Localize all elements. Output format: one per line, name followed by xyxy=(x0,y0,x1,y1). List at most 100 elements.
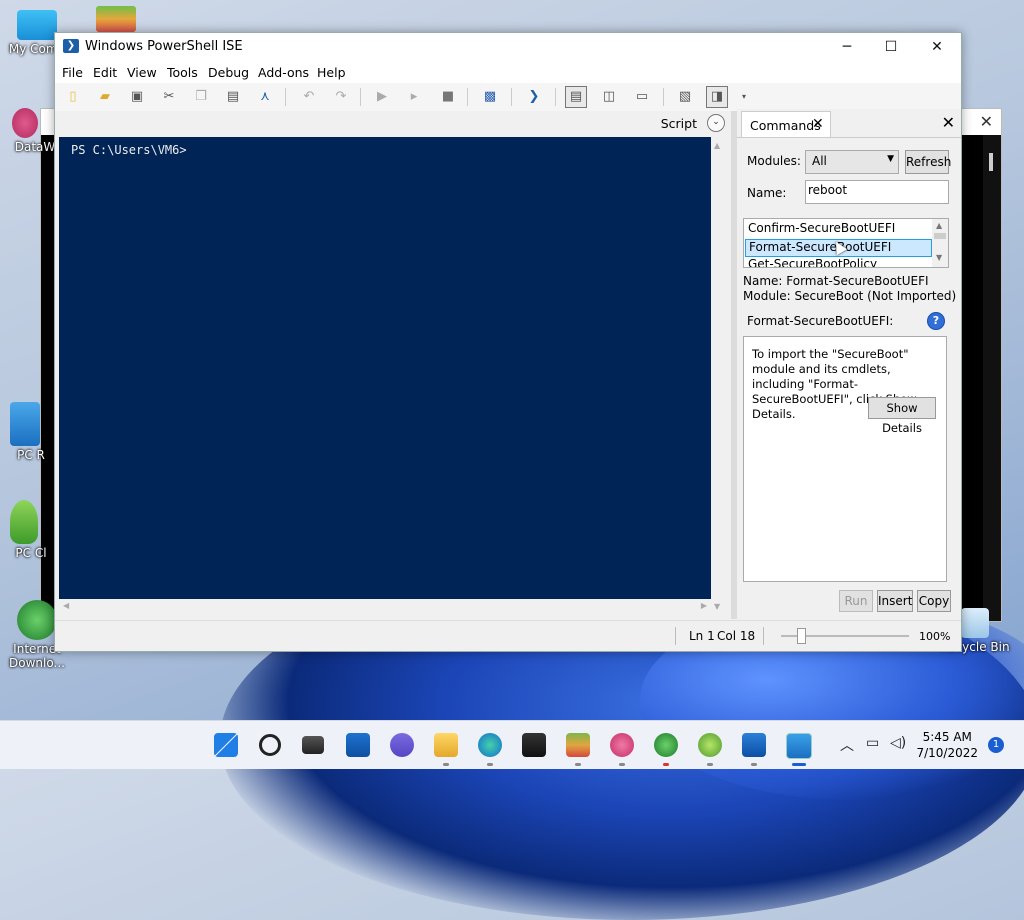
dataw-app-icon[interactable] xyxy=(610,733,634,757)
close-icon[interactable]: ✕ xyxy=(980,112,993,131)
menu-addons[interactable]: Add-ons xyxy=(258,65,309,80)
command-list[interactable]: Confirm-SecureBootUEFI Format-SecureBoot… xyxy=(743,218,949,268)
console-horizontal-scrollbar[interactable]: ◀ ▶ xyxy=(59,599,711,615)
pc-cleaner-icon[interactable] xyxy=(698,733,722,757)
app-icon xyxy=(12,108,38,138)
books-app-icon[interactable] xyxy=(566,733,590,757)
stop-icon[interactable]: ■ xyxy=(439,88,457,106)
run-button[interactable]: Run xyxy=(839,590,873,612)
zoom-slider-handle[interactable] xyxy=(797,628,806,644)
show-details-button[interactable]: Show Details xyxy=(868,397,936,435)
chat-icon[interactable] xyxy=(390,733,414,757)
powershell-taskbar-icon[interactable] xyxy=(742,733,766,757)
network-icon[interactable]: ▭ xyxy=(866,735,879,751)
console-pane[interactable]: PS C:\Users\VM6> xyxy=(59,137,711,599)
task-view-icon[interactable] xyxy=(302,736,324,754)
internet-download-icon[interactable] xyxy=(654,733,678,757)
books-icon[interactable] xyxy=(96,6,136,32)
paste-icon[interactable]: ▤ xyxy=(224,88,242,106)
menu-file[interactable]: File xyxy=(62,65,83,80)
minimize-button[interactable]: ─ xyxy=(825,35,869,59)
new-file-icon[interactable]: ▯ xyxy=(64,88,82,106)
detail-heading: Format-SecureBootUEFI: xyxy=(747,314,894,328)
tab-commands[interactable]: Commands ✕ xyxy=(741,111,831,138)
file-explorer-icon[interactable] xyxy=(434,733,458,757)
toolbar-overflow-icon[interactable]: ▾ xyxy=(735,88,753,106)
show-script-maximized-icon[interactable]: ▭ xyxy=(633,88,651,106)
console-vertical-scrollbar[interactable]: ▲ ▼ xyxy=(711,137,727,615)
help-icon[interactable]: ? xyxy=(927,312,945,330)
run-selection-icon[interactable]: ⋏ xyxy=(256,88,274,106)
powershell-ise-window: ❯ Windows PowerShell ISE ─ ☐ ✕ File Edit… xyxy=(54,32,962,652)
detail-panel: To import the "SecureBoot" module and it… xyxy=(743,336,947,582)
scroll-up-icon[interactable]: ▲ xyxy=(936,221,942,230)
script-label[interactable]: Script xyxy=(661,116,697,131)
list-scrollbar[interactable]: ▲ ▼ xyxy=(932,219,948,267)
widgets-icon[interactable] xyxy=(346,733,370,757)
menu-debug[interactable]: Debug xyxy=(208,65,249,80)
insert-button[interactable]: Insert xyxy=(877,590,913,612)
scroll-left-icon[interactable]: ◀ xyxy=(63,601,69,610)
scroll-thumb[interactable] xyxy=(934,233,946,239)
name-label: Name: xyxy=(747,186,787,200)
status-divider xyxy=(763,627,764,645)
scroll-up-icon[interactable]: ▲ xyxy=(714,141,720,150)
volume-icon[interactable]: ◁) xyxy=(890,735,906,751)
powershell-console-icon[interactable]: ❯ xyxy=(525,88,543,106)
running-indicator xyxy=(751,763,757,766)
save-icon[interactable]: ▣ xyxy=(128,88,146,106)
scroll-down-icon[interactable]: ▼ xyxy=(714,602,720,611)
close-pane-icon[interactable]: ✕ xyxy=(942,113,955,132)
list-item[interactable]: Confirm-SecureBootUEFI xyxy=(748,221,895,235)
scroll-right-icon[interactable]: ▶ xyxy=(701,601,707,610)
edge-browser-icon[interactable] xyxy=(478,733,502,757)
windows-start-icon[interactable] xyxy=(214,733,238,757)
name-input[interactable]: reboot xyxy=(805,180,949,204)
chevron-down-icon[interactable]: ⌄ xyxy=(707,114,725,132)
running-indicator xyxy=(663,763,669,766)
close-icon[interactable]: ✕ xyxy=(812,116,824,132)
run-selection-icon-2[interactable]: ▸ xyxy=(405,88,423,106)
open-folder-icon[interactable]: ▰ xyxy=(96,88,114,106)
menu-tools[interactable]: Tools xyxy=(167,65,198,80)
redo-icon[interactable]: ↷ xyxy=(332,88,350,106)
close-button[interactable]: ✕ xyxy=(915,35,959,59)
toolbar-separator xyxy=(511,88,512,106)
show-script-right-icon[interactable]: ◫ xyxy=(600,88,618,106)
undo-icon[interactable]: ↶ xyxy=(300,88,318,106)
cut-icon[interactable]: ✂ xyxy=(160,88,178,106)
toolbar-separator xyxy=(360,88,361,106)
refresh-button[interactable]: Refresh xyxy=(905,150,951,174)
show-command-window-icon[interactable]: ▧ xyxy=(676,88,694,106)
running-indicator xyxy=(707,763,713,766)
show-command-addon-icon[interactable]: ◨ xyxy=(706,86,728,108)
title-bar[interactable]: ❯ Windows PowerShell ISE ─ ☐ ✕ xyxy=(55,33,961,61)
remote-powershell-icon[interactable]: ▩ xyxy=(481,88,499,106)
running-indicator xyxy=(575,763,581,766)
chevron-up-icon[interactable]: ︿ xyxy=(840,735,854,755)
maximize-button[interactable]: ☐ xyxy=(869,35,913,59)
scroll-down-icon[interactable]: ▼ xyxy=(936,253,942,262)
tab-commands-label: Commands xyxy=(750,118,821,133)
menu-help[interactable]: Help xyxy=(317,65,346,80)
powershell-ise-taskbar-icon[interactable] xyxy=(786,733,812,759)
menu-view[interactable]: View xyxy=(127,65,157,80)
leaf-icon xyxy=(10,500,38,544)
globe-icon xyxy=(17,600,57,640)
chevron-down-icon: ▼ xyxy=(887,154,894,164)
run-script-icon[interactable]: ▶ xyxy=(373,88,391,106)
copy-icon[interactable]: ❐ xyxy=(192,88,210,106)
copy-button[interactable]: Copy xyxy=(917,590,951,612)
search-icon[interactable] xyxy=(259,734,281,756)
menu-edit[interactable]: Edit xyxy=(93,65,117,80)
list-item[interactable]: Get-SecureBootPolicy xyxy=(748,257,877,267)
commands-body: Modules: All ▼ Refresh Name: reboot Conf… xyxy=(737,137,961,619)
store-icon[interactable] xyxy=(522,733,546,757)
modules-select[interactable]: All ▼ xyxy=(805,150,899,174)
background-terminal-scrollbar[interactable] xyxy=(983,135,1001,621)
notification-badge[interactable]: 1 xyxy=(988,737,1004,753)
window-title: Windows PowerShell ISE xyxy=(85,39,243,54)
system-clock[interactable]: 5:45 AM 7/10/2022 xyxy=(916,729,978,761)
running-indicator xyxy=(619,763,625,766)
show-script-top-icon[interactable]: ▤ xyxy=(565,86,587,108)
